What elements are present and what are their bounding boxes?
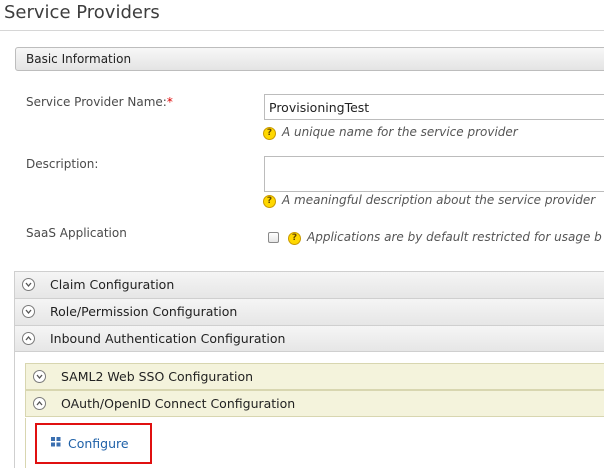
- description-help-text: ? A meaningful description about the serv…: [263, 193, 595, 208]
- basic-information-header[interactable]: Basic Information: [15, 47, 604, 71]
- service-provider-name-input[interactable]: [264, 94, 604, 120]
- question-circle-icon: ?: [263, 195, 276, 208]
- chevron-down-icon[interactable]: [33, 370, 46, 383]
- chevron-up-icon[interactable]: [22, 332, 35, 345]
- oauth-openid-connect-configuration-section[interactable]: OAuth/OpenID Connect Configuration: [25, 390, 604, 417]
- oauth-openid-connect-configuration-label: OAuth/OpenID Connect Configuration: [61, 396, 296, 411]
- required-marker: *: [166, 95, 173, 109]
- description-label: Description:: [26, 157, 99, 171]
- basic-information-label: Basic Information: [26, 52, 132, 66]
- saas-application-label: SaaS Application: [26, 226, 127, 240]
- title-divider: [0, 30, 604, 31]
- role-permission-configuration-section[interactable]: Role/Permission Configuration: [14, 298, 604, 325]
- saas-application-row: ? Applications are by default restricted …: [268, 230, 602, 245]
- claim-configuration-section[interactable]: Claim Configuration: [14, 271, 604, 298]
- chevron-down-icon[interactable]: [22, 305, 35, 318]
- inbound-authentication-configuration-section[interactable]: Inbound Authentication Configuration: [14, 325, 604, 352]
- name-help-text: ? A unique name for the service provider: [263, 125, 518, 140]
- chevron-up-icon[interactable]: [33, 397, 46, 410]
- claim-configuration-label: Claim Configuration: [50, 277, 175, 292]
- saas-application-checkbox[interactable]: [268, 232, 279, 243]
- chevron-down-icon[interactable]: [22, 278, 35, 291]
- page-title: Service Providers: [4, 2, 160, 23]
- question-circle-icon: ?: [288, 232, 301, 245]
- configure-link[interactable]: Configure: [68, 436, 129, 451]
- service-provider-name-label: Service Provider Name:*: [26, 95, 173, 109]
- saml2-web-sso-configuration-label: SAML2 Web SSO Configuration: [61, 369, 254, 384]
- inbound-authentication-configuration-label: Inbound Authentication Configuration: [50, 331, 286, 346]
- saml2-web-sso-configuration-section[interactable]: SAML2 Web SSO Configuration: [25, 363, 604, 390]
- grid-icon: [51, 437, 61, 447]
- question-circle-icon: ?: [263, 127, 276, 140]
- role-permission-configuration-label: Role/Permission Configuration: [50, 304, 238, 319]
- description-textarea[interactable]: [264, 156, 604, 192]
